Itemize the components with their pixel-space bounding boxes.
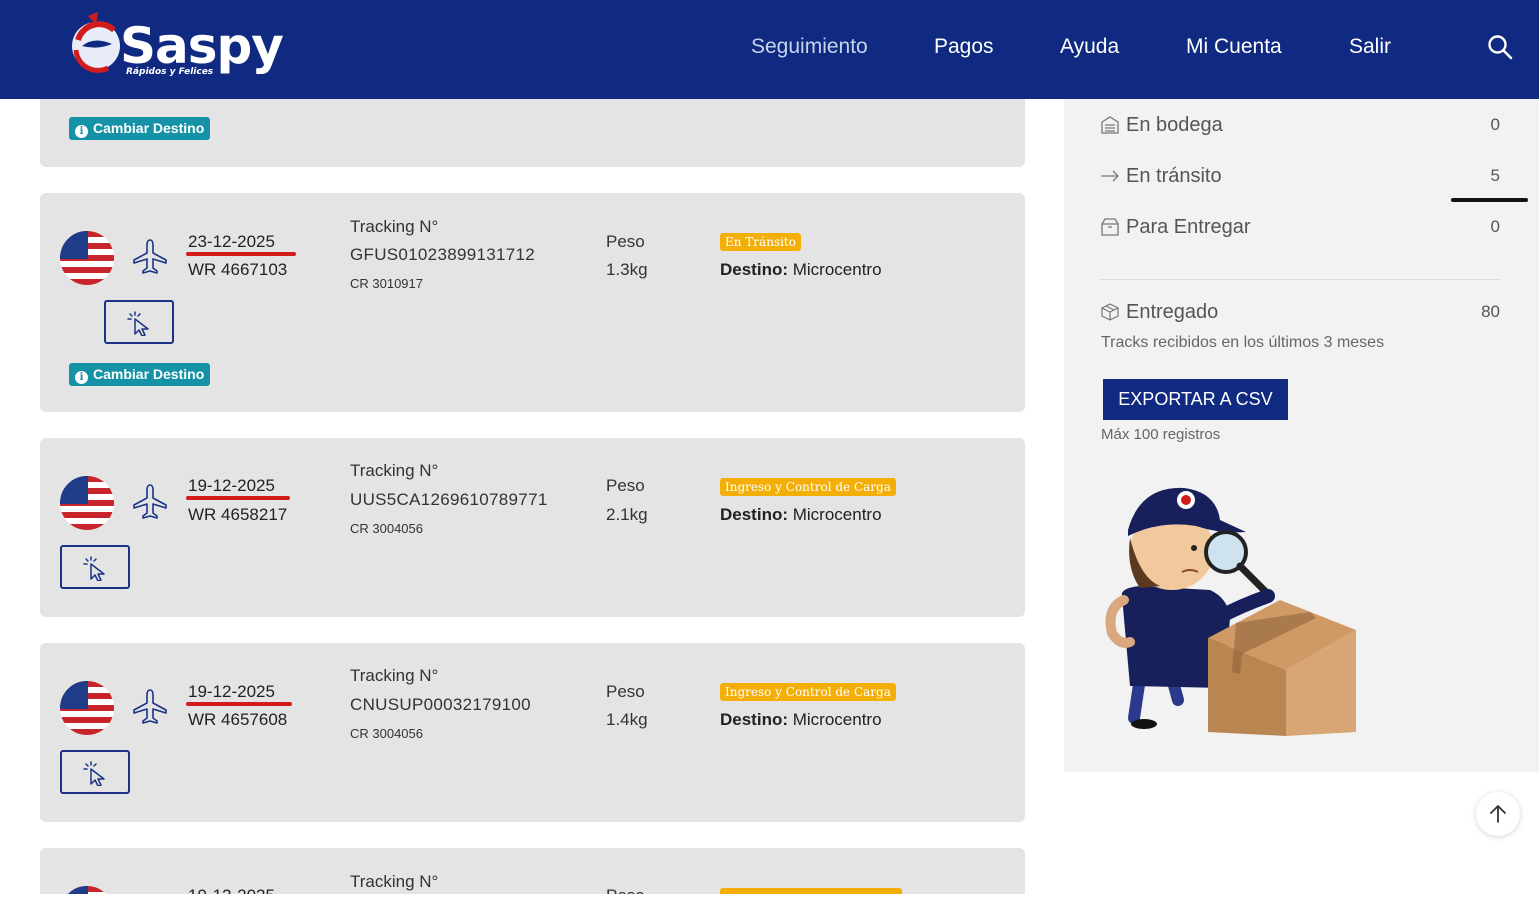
shipment-card: 19-12-2025 WR 4657608 Tracking N° CNUSUP… bbox=[40, 643, 1025, 822]
nav-salir[interactable]: Salir bbox=[1349, 34, 1391, 60]
us-flag-icon bbox=[60, 476, 114, 530]
shipment-date: 19-12-2025 bbox=[188, 476, 275, 495]
destino-value: Microcentro bbox=[792, 710, 882, 729]
stat-value: 80 bbox=[1481, 302, 1500, 321]
mascot-illustration bbox=[1100, 478, 1370, 740]
cr-number: CR 3004056 bbox=[350, 521, 423, 536]
peso-label: Peso bbox=[606, 682, 645, 701]
tracking-number: UUS5CA1269610789771 bbox=[350, 490, 548, 509]
stat-value: 0 bbox=[1490, 217, 1500, 236]
us-flag-icon bbox=[60, 231, 114, 285]
airplane-icon bbox=[130, 687, 170, 727]
us-flag-icon bbox=[60, 886, 114, 894]
tracking-label: Tracking N° bbox=[350, 217, 439, 236]
peso-value: 1.3kg bbox=[606, 260, 648, 279]
cambiar-destino-label: Cambiar Destino bbox=[93, 120, 205, 136]
status-badge: Ingreso y Control de Carga bbox=[720, 478, 896, 496]
cursor-click-icon bbox=[83, 761, 105, 786]
stat-para-entregar: Para Entregar 0 bbox=[1100, 213, 1500, 241]
red-underline-annotation bbox=[186, 702, 292, 706]
shipment-date: 19-12-2025 bbox=[188, 886, 275, 894]
arrow-right-icon bbox=[1101, 170, 1119, 182]
shipment-date: 23-12-2025 bbox=[188, 232, 275, 251]
cursor-click-icon bbox=[83, 556, 105, 581]
peso-label: Peso bbox=[606, 476, 645, 495]
peso-label: Peso bbox=[606, 886, 645, 894]
warehouse-icon bbox=[1101, 116, 1119, 134]
destino-value: Microcentro bbox=[792, 260, 882, 279]
tracking-label: Tracking N° bbox=[350, 872, 439, 891]
stat-label: En tránsito bbox=[1126, 165, 1222, 187]
arrow-up-icon bbox=[1490, 805, 1506, 823]
warehouse-receipt: WR 4657608 bbox=[188, 710, 288, 729]
peso-value: 2.1kg bbox=[606, 505, 648, 524]
cambiar-destino-label: Cambiar Destino bbox=[93, 366, 205, 382]
warehouse-receipt: WR 4667103 bbox=[188, 260, 288, 279]
stat-value: 5 bbox=[1490, 166, 1500, 185]
destino: Destino: Microcentro bbox=[720, 505, 882, 525]
tracking-number: GFUS01023899131712 bbox=[350, 245, 535, 264]
status-badge: En Tránsito bbox=[720, 233, 801, 251]
red-underline-annotation bbox=[186, 252, 296, 256]
nav-pagos[interactable]: Pagos bbox=[934, 34, 994, 60]
shipment-card: 19-12-2025 Tracking N° Peso bbox=[40, 848, 1025, 894]
destino: Destino: Microcentro bbox=[720, 260, 882, 280]
peso-label: Peso bbox=[606, 232, 645, 251]
us-flag-icon bbox=[60, 681, 114, 735]
package-icon bbox=[1101, 303, 1119, 321]
status-badge: Ingreso y Control de Carga bbox=[720, 683, 896, 701]
destino-label: Destino: bbox=[720, 505, 788, 524]
tracking-label: Tracking N° bbox=[350, 666, 439, 685]
box-open-icon bbox=[1101, 218, 1119, 236]
saspy-logo[interactable]: Saspy Rápidos y Felices bbox=[68, 10, 284, 86]
export-csv-button[interactable]: EXPORTAR A CSV bbox=[1103, 379, 1288, 420]
cambiar-destino-button[interactable]: i Cambiar Destino bbox=[69, 117, 211, 140]
scroll-to-top-button[interactable] bbox=[1476, 792, 1520, 836]
stat-label: Para Entregar bbox=[1126, 216, 1251, 238]
status-badge bbox=[720, 888, 902, 894]
stat-en-transito: En tránsito 5 bbox=[1100, 162, 1500, 190]
destino-value: Microcentro bbox=[792, 505, 882, 524]
select-shipment-button[interactable] bbox=[60, 545, 130, 589]
shipment-date: 19-12-2025 bbox=[188, 682, 275, 701]
stat-value: 0 bbox=[1490, 115, 1500, 134]
destino-label: Destino: bbox=[720, 710, 788, 729]
shipment-card: i Cambiar Destino bbox=[40, 99, 1025, 167]
select-shipment-button[interactable] bbox=[60, 750, 130, 794]
nav-mi-cuenta[interactable]: Mi Cuenta bbox=[1186, 34, 1282, 60]
logo-tagline: Rápidos y Felices bbox=[126, 67, 214, 77]
cr-number: CR 3004056 bbox=[350, 726, 423, 741]
cursor-click-icon bbox=[127, 311, 149, 336]
search-icon[interactable] bbox=[1487, 34, 1513, 60]
cambiar-destino-button[interactable]: i Cambiar Destino bbox=[69, 363, 211, 386]
nav-seguimiento[interactable]: Seguimiento bbox=[751, 34, 868, 60]
top-navbar: Saspy Rápidos y Felices Seguimiento Pago… bbox=[0, 0, 1539, 99]
tracking-label: Tracking N° bbox=[350, 461, 439, 480]
airplane-icon bbox=[130, 482, 170, 522]
cr-number: CR 3010917 bbox=[350, 276, 423, 291]
info-icon: i bbox=[75, 371, 88, 384]
info-icon: i bbox=[75, 125, 88, 138]
tracks-note: Tracks recibidos en los últimos 3 meses bbox=[1101, 334, 1385, 351]
tracking-number: CNUSUP00032179100 bbox=[350, 695, 531, 714]
shipment-card: 23-12-2025 WR 4667103 Tracking N° GFUS01… bbox=[40, 193, 1025, 412]
destino-label: Destino: bbox=[720, 260, 788, 279]
stat-en-bodega: En bodega 0 bbox=[1100, 111, 1500, 139]
stat-label: Entregado bbox=[1126, 301, 1219, 323]
stat-entregado: Entregado 80 bbox=[1100, 298, 1500, 326]
nav-ayuda[interactable]: Ayuda bbox=[1060, 34, 1119, 60]
black-underline-annotation bbox=[1451, 198, 1528, 202]
airplane-icon bbox=[130, 237, 170, 277]
logo-globe-icon bbox=[72, 12, 120, 73]
shipment-card: 19-12-2025 WR 4658217 Tracking N° UUS5CA… bbox=[40, 438, 1025, 617]
max-records-note: Máx 100 registros bbox=[1101, 426, 1221, 443]
destino: Destino: Microcentro bbox=[720, 710, 882, 730]
red-underline-annotation bbox=[186, 496, 290, 500]
select-shipment-button[interactable] bbox=[104, 300, 174, 344]
peso-value: 1.4kg bbox=[606, 710, 648, 729]
warehouse-receipt: WR 4658217 bbox=[188, 505, 288, 524]
divider bbox=[1100, 279, 1500, 280]
stat-label: En bodega bbox=[1126, 114, 1223, 136]
